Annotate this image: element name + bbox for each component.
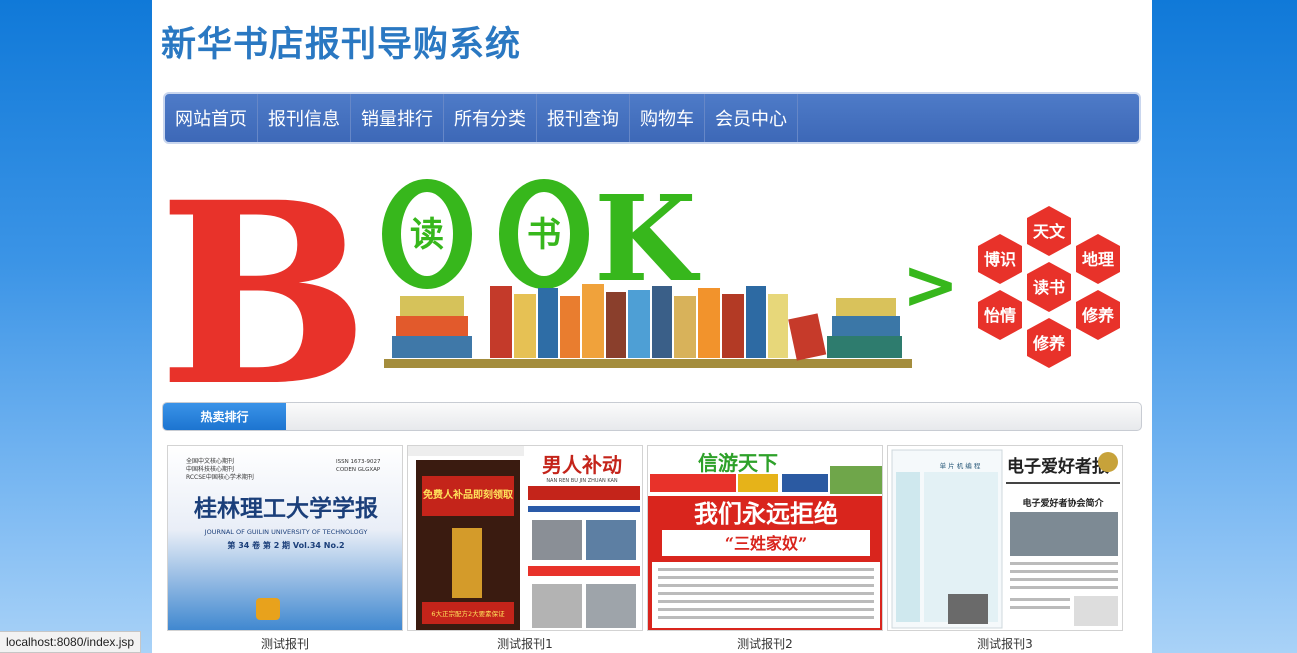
svg-text:RCCSE中国核心学术期刊: RCCSE中国核心学术期刊 xyxy=(186,473,254,481)
hex-label-knowledge: 博识 xyxy=(984,250,1016,269)
svg-text:全国中文核心期刊: 全国中文核心期刊 xyxy=(186,457,234,465)
product-name[interactable]: 测试报刊2 xyxy=(647,635,883,652)
product-cover[interactable]: 全国中文核心期刊 中国科技核心期刊 RCCSE中国核心学术期刊 ISSN 167… xyxy=(167,445,403,631)
book-banner: B 读 书 K > 天文 博识 地理 读书 怡情 修养 修养 xyxy=(162,176,1120,388)
banner-o2-char: 书 xyxy=(527,215,561,255)
nav-item-home[interactable]: 网站首页 xyxy=(165,94,258,142)
svg-text:NAN REN BU JIN ZHUAN KAN: NAN REN BU JIN ZHUAN KAN xyxy=(546,478,618,484)
product-card[interactable]: 信游天下 我们永远拒绝 “三姓家奴” 测试报刊2 xyxy=(647,445,883,653)
svg-text:“三姓家奴”: “三姓家奴” xyxy=(725,534,807,553)
svg-text:JOURNAL OF GUILIN UNIVERSITY O: JOURNAL OF GUILIN UNIVERSITY OF TECHNOLO… xyxy=(204,528,368,536)
page-container: 新华书店报刊导购系统 网站首页 报刊信息 销量排行 所有分类 报刊查询 购物车 … xyxy=(152,0,1152,653)
nav-item-categories[interactable]: 所有分类 xyxy=(444,94,537,142)
svg-text:免费人补品即刻领取: 免费人补品即刻领取 xyxy=(423,488,514,501)
banner-letter-k: K xyxy=(594,176,701,308)
product-name[interactable]: 测试报刊3 xyxy=(887,635,1123,652)
hex-label-pleasure: 怡情 xyxy=(984,306,1016,325)
svg-text:信游天下: 信游天下 xyxy=(698,451,778,475)
nav-item-search[interactable]: 报刊查询 xyxy=(537,94,630,142)
bookshelf-illustration xyxy=(384,284,912,368)
newspaper-cover-dianziaihaozhe: 单 片 机 编 程 电子爱好者报 电子爱好者协会简介 xyxy=(888,446,1122,630)
banner-o1-char: 读 xyxy=(410,215,444,255)
product-card[interactable]: 全国中文核心期刊 中国科技核心期刊 RCCSE中国核心学术期刊 ISSN 167… xyxy=(167,445,403,653)
banner-letter-b: B xyxy=(162,176,369,388)
hot-ranking-tabbar: 热卖排行 xyxy=(162,402,1142,431)
newspaper-cover-nanrenbujin: 免费人补品即刻领取 6大正宗配方2大要素保证 男人补动 NAN REN BU J… xyxy=(408,446,642,630)
svg-text:6大正宗配方2大要素保证: 6大正宗配方2大要素保证 xyxy=(431,609,505,618)
journal-cover-guilin: 全国中文核心期刊 中国科技核心期刊 RCCSE中国核心学术期刊 ISSN 167… xyxy=(168,446,402,630)
svg-text:单 片 机 编 程: 单 片 机 编 程 xyxy=(940,461,981,470)
svg-text:ISSN 1673-9027: ISSN 1673-9027 xyxy=(336,459,381,465)
nav-item-member[interactable]: 会员中心 xyxy=(705,94,798,142)
banner-arrow: > xyxy=(902,246,959,325)
newspaper-cover-xinyoutianxia: 信游天下 我们永远拒绝 “三姓家奴” xyxy=(648,446,882,630)
hexagon-cluster: 天文 博识 地理 读书 怡情 修养 修养 xyxy=(978,206,1120,368)
browser-status-url: localhost:8080/index.jsp xyxy=(0,631,142,653)
main-nav: 网站首页 报刊信息 销量排行 所有分类 报刊查询 购物车 会员中心 xyxy=(163,92,1141,144)
nav-item-journals[interactable]: 报刊信息 xyxy=(258,94,351,142)
product-card[interactable]: 单 片 机 编 程 电子爱好者报 电子爱好者协会简介 测试报刊3 xyxy=(887,445,1123,653)
site-title: 新华书店报刊导购系统 xyxy=(161,25,522,65)
product-cover[interactable]: 单 片 机 编 程 电子爱好者报 电子爱好者协会简介 xyxy=(887,445,1123,631)
banner-letter-o1: 读 xyxy=(382,179,472,289)
svg-text:电子爱好者报: 电子爱好者报 xyxy=(1007,456,1109,477)
hex-label-cultivation-bottom: 修养 xyxy=(1032,334,1066,353)
product-grid: 全国中文核心期刊 中国科技核心期刊 RCCSE中国核心学术期刊 ISSN 167… xyxy=(167,445,1127,653)
product-name[interactable]: 测试报刊1 xyxy=(407,635,643,652)
svg-text:中国科技核心期刊: 中国科技核心期刊 xyxy=(186,465,234,473)
hex-label-reading: 读书 xyxy=(1033,278,1065,297)
svg-text:电子爱好者协会简介: 电子爱好者协会简介 xyxy=(1022,497,1104,509)
hex-label-astronomy: 天文 xyxy=(1033,222,1066,241)
hex-label-cultivation-right: 修养 xyxy=(1081,306,1115,325)
product-card[interactable]: 免费人补品即刻领取 6大正宗配方2大要素保证 男人补动 NAN REN BU J… xyxy=(407,445,643,653)
svg-text:我们永远拒绝: 我们永远拒绝 xyxy=(694,500,838,528)
banner-letter-o2: 书 xyxy=(499,179,589,289)
svg-text:第 34 卷 第 2 期 Vol.34 No.2: 第 34 卷 第 2 期 Vol.34 No.2 xyxy=(227,540,344,550)
hex-label-geography: 地理 xyxy=(1082,250,1114,269)
product-cover[interactable]: 免费人补品即刻领取 6大正宗配方2大要素保证 男人补动 NAN REN BU J… xyxy=(407,445,643,631)
product-cover[interactable]: 信游天下 我们永远拒绝 “三姓家奴” xyxy=(647,445,883,631)
product-name[interactable]: 测试报刊 xyxy=(167,635,403,652)
svg-text:CODEN GLGXAP: CODEN GLGXAP xyxy=(336,467,381,473)
svg-text:桂林理工大学学报: 桂林理工大学学报 xyxy=(194,495,378,522)
nav-item-ranking[interactable]: 销量排行 xyxy=(351,94,444,142)
tab-hot-ranking[interactable]: 热卖排行 xyxy=(163,403,286,430)
svg-text:男人补动: 男人补动 xyxy=(542,453,622,477)
nav-item-cart[interactable]: 购物车 xyxy=(630,94,705,142)
